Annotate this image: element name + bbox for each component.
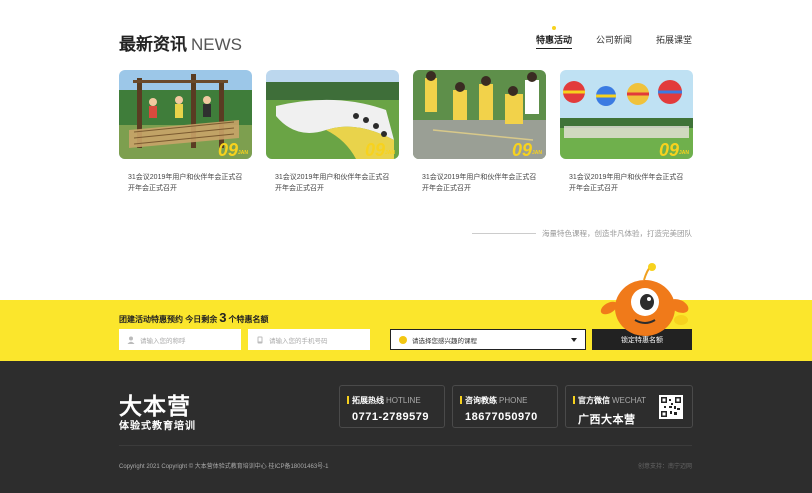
booking-title-suffix: 个特惠名额 <box>228 315 269 324</box>
coach-phone-label: 咨询教练 PHONE <box>465 396 528 405</box>
hotline-box: 拓展热线 HOTLINE 0771-2789579 <box>339 385 445 428</box>
card-month: JAN <box>678 150 689 156</box>
user-icon <box>127 336 135 344</box>
coach-phone-box: 咨询教练 PHONE 18677050970 <box>452 385 558 428</box>
card-day: 09 <box>658 140 679 159</box>
slogan-line <box>472 233 536 234</box>
news-title-cn: 最新资讯 <box>119 35 187 54</box>
footer: 大本营 体验式教育培训 拓展热线 HOTLINE 0771-2789579 咨询教… <box>0 361 812 493</box>
tab-company-news[interactable]: 公司新闻 <box>596 33 632 46</box>
tab-special-offers[interactable]: 特惠活动 <box>535 26 572 49</box>
news-thumbnail[interactable]: 09 JAN <box>560 70 693 159</box>
card-day: 09 <box>364 140 385 159</box>
wechat-box: 官方微信 WECHAT 广西大本营 <box>565 385 693 428</box>
coach-phone-accent <box>460 396 462 404</box>
logo-mark: 大本营 <box>119 394 191 420</box>
news-card[interactable]: 09 JAN 31会议2019年用户和伙伴年会正式召开年会正式召开 <box>266 70 399 194</box>
name-input[interactable]: 请输入您的称呼 <box>119 329 241 350</box>
phone-input[interactable]: 请输入您的手机号码 <box>248 329 370 350</box>
phone-icon <box>257 336 263 343</box>
mascot-icon <box>600 263 689 336</box>
card-title[interactable]: 31会议2019年用户和伙伴年会正式召开年会正式召开 <box>560 172 688 194</box>
tab-training-class[interactable]: 拓展课堂 <box>656 33 692 46</box>
card-title[interactable]: 31会议2019年用户和伙伴年会正式召开年会正式召开 <box>266 172 394 194</box>
news-card[interactable]: 09 JAN 31会议2019年用户和伙伴年会正式召开年会正式召开 <box>119 70 252 194</box>
news-card-list: 09 JAN 31会议2019年用户和伙伴年会正式召开年会正式召开 09 JAN <box>119 70 693 194</box>
support-link[interactable]: 创意支持：南宁迈网 <box>638 461 692 470</box>
course-icon <box>399 335 407 344</box>
card-title[interactable]: 31会议2019年用户和伙伴年会正式召开年会正式召开 <box>413 172 541 194</box>
logo-tagline: 体验式教育培训 <box>119 421 196 432</box>
booking-title: 团建活动特惠预约 今日剩余 3 个特惠名额 <box>119 310 268 325</box>
course-select[interactable]: 请选择您感兴趣的课程 <box>390 329 586 350</box>
news-card[interactable]: 09 JAN 31会议2019年用户和伙伴年会正式召开年会正式召开 <box>413 70 546 194</box>
qr-code-icon[interactable] <box>659 395 683 419</box>
remaining-count: 3 <box>219 310 227 325</box>
card-day: 09 <box>217 140 238 159</box>
card-title[interactable]: 31会议2019年用户和伙伴年会正式召开年会正式召开 <box>119 172 247 194</box>
news-thumbnail[interactable]: 09 JAN <box>119 70 252 159</box>
hotline-accent <box>347 396 349 404</box>
coach-phone-number[interactable]: 18677050970 <box>465 411 557 423</box>
phone-placeholder: 请输入您的手机号码 <box>269 337 328 345</box>
news-section: 最新资讯 NEWS 特惠活动 公司新闻 拓展课堂 09 JAN 31会议2019… <box>0 0 812 300</box>
slogan-text: 海量特色课程，创造非凡体验，打造完美团队 <box>542 229 692 238</box>
card-month: JAN <box>237 150 248 156</box>
card-month: JAN <box>531 150 542 156</box>
news-thumbnail[interactable]: 09 JAN <box>266 70 399 159</box>
hotline-label: 拓展热线 HOTLINE <box>352 396 421 405</box>
hotline-number[interactable]: 0771-2789579 <box>352 411 444 423</box>
news-tabs: 特惠活动 公司新闻 拓展课堂 <box>535 26 692 49</box>
course-select-value: 请选择您感兴趣的课程 <box>412 337 477 345</box>
copyright-text: Copyright 2021 Copyright © 大本营体验式教育培训中心 … <box>119 464 329 470</box>
chevron-down-icon <box>571 338 577 342</box>
slogan: 海量特色课程，创造非凡体验，打造完美团队 <box>472 228 692 239</box>
footer-divider <box>119 445 692 446</box>
news-thumbnail[interactable]: 09 JAN <box>413 70 546 159</box>
card-month: JAN <box>384 150 395 156</box>
footer-logo[interactable]: 大本营 体验式教育培训 <box>119 387 219 433</box>
card-day: 09 <box>511 140 532 159</box>
news-card[interactable]: 09 JAN 31会议2019年用户和伙伴年会正式召开年会正式召开 <box>560 70 693 194</box>
wechat-accent <box>573 396 575 404</box>
news-heading: 最新资讯 NEWS <box>119 30 242 55</box>
booking-title-prefix: 团建活动特惠预约 今日剩余 <box>119 315 218 324</box>
news-title-en: NEWS <box>191 35 242 54</box>
name-placeholder: 请输入您的称呼 <box>140 337 186 345</box>
